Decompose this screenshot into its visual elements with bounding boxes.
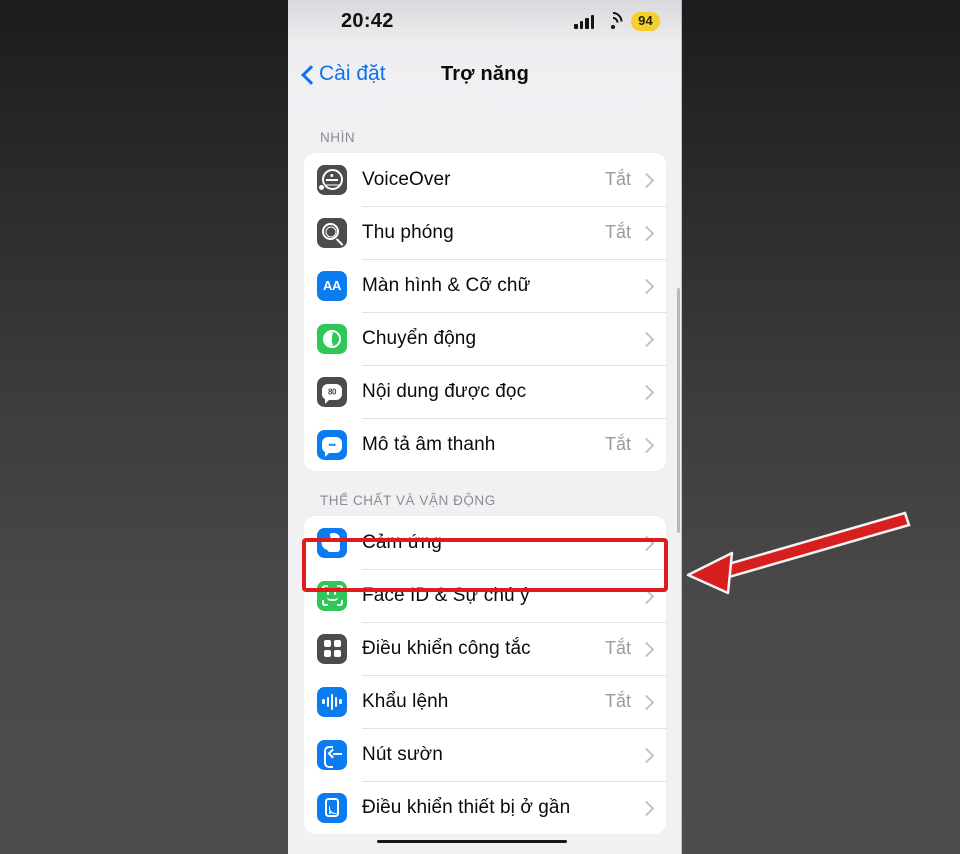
chevron-right-icon: [641, 334, 650, 343]
row-value: Tắt: [604, 691, 631, 711]
phone-screen: 20:42 94 Cài đặt Trợ năng NHÌN VoiceOver…: [288, 0, 682, 854]
chevron-right-icon: [641, 387, 650, 396]
voiceover-icon: [317, 164, 347, 195]
wifi-icon: [599, 7, 627, 35]
row-label: Thu phóng: [362, 221, 454, 243]
row-value: Tắt: [604, 434, 631, 454]
navigation-bar: Cài đặt Trợ năng: [288, 46, 682, 108]
chevron-right-icon: [641, 697, 650, 706]
chevron-right-icon: [641, 175, 650, 184]
chevron-right-icon: [641, 281, 650, 290]
row-face-id-attention[interactable]: Face ID & Sự chú ý: [304, 569, 666, 622]
row-spoken-content[interactable]: 80 Nội dung được đọc: [304, 365, 666, 418]
row-switch-control[interactable]: Điều khiển công tắc Tắt: [304, 622, 666, 675]
row-label: Cảm ứng: [362, 531, 442, 553]
battery-badge: 94: [631, 12, 660, 32]
cellular-signal-icon: [574, 14, 595, 29]
chevron-right-icon: [641, 750, 650, 759]
row-zoom[interactable]: Thu phóng Tắt: [304, 206, 666, 259]
row-label: Face ID & Sự chú ý: [362, 584, 530, 606]
section-header-vision: NHÌN: [320, 130, 356, 145]
display-text-size-icon: AA: [317, 270, 347, 301]
red-arrow-pointing-left: [686, 511, 911, 595]
side-button-icon: [317, 739, 347, 770]
row-label: Điều khiển thiết bị ở gần: [362, 796, 571, 818]
row-label: Khẩu lệnh: [362, 690, 449, 712]
row-value: Tắt: [604, 169, 631, 189]
row-voiceover[interactable]: VoiceOver Tắt: [304, 153, 666, 206]
row-label: Màn hình & Cỡ chữ: [362, 274, 531, 296]
row-label: Chuyển động: [362, 327, 477, 349]
chevron-right-icon: [641, 538, 650, 547]
touch-icon: [317, 527, 347, 558]
row-value: Tắt: [604, 638, 631, 658]
row-display-text-size[interactable]: AA Màn hình & Cỡ chữ: [304, 259, 666, 312]
row-voice-control[interactable]: Khẩu lệnh Tắt: [304, 675, 666, 728]
face-id-icon: [317, 580, 347, 611]
settings-scroll-area[interactable]: NHÌN VoiceOver Tắt Thu phóng Tắt AA Màn …: [288, 108, 682, 854]
row-value: Tắt: [604, 222, 631, 242]
row-label: Nội dung được đọc: [362, 380, 527, 402]
row-label: Điều khiển công tắc: [362, 637, 531, 659]
section-header-physical-motor: THỂ CHẤT VÀ VẬN ĐỘNG: [320, 493, 496, 508]
nearby-device-icon: [317, 792, 347, 823]
audio-description-icon: •••: [317, 429, 347, 460]
zoom-icon: [317, 217, 347, 248]
spoken-content-icon: 80: [317, 376, 347, 407]
chevron-right-icon: [641, 803, 650, 812]
chevron-right-icon: [641, 440, 650, 449]
row-label: VoiceOver: [362, 168, 451, 190]
motion-icon: [317, 323, 347, 354]
row-nearby-device-control[interactable]: Điều khiển thiết bị ở gần: [304, 781, 666, 834]
status-indicators: 94: [574, 7, 660, 35]
settings-group-vision: VoiceOver Tắt Thu phóng Tắt AA Màn hình …: [304, 153, 666, 471]
status-bar: 20:42 94: [288, 0, 682, 46]
row-motion[interactable]: Chuyển động: [304, 312, 666, 365]
row-label: Nút sườn: [362, 743, 443, 765]
settings-group-physical-motor: Cảm ứng Face ID & Sự chú ý Điều khiển cô…: [304, 516, 666, 834]
page-title: Trợ năng: [440, 63, 530, 85]
row-touch[interactable]: Cảm ứng: [304, 516, 666, 569]
voice-control-icon: [317, 686, 347, 717]
chevron-right-icon: [641, 644, 650, 653]
row-audio-description[interactable]: ••• Mô tả âm thanh Tắt: [304, 418, 666, 471]
chevron-right-icon: [641, 591, 650, 600]
text-underline-annotation: [377, 840, 567, 843]
chevron-right-icon: [641, 228, 650, 237]
status-time: 20:42: [341, 10, 394, 32]
row-label: Mô tả âm thanh: [362, 433, 496, 455]
row-side-button[interactable]: Nút sườn: [304, 728, 666, 781]
switch-control-icon: [317, 633, 347, 664]
